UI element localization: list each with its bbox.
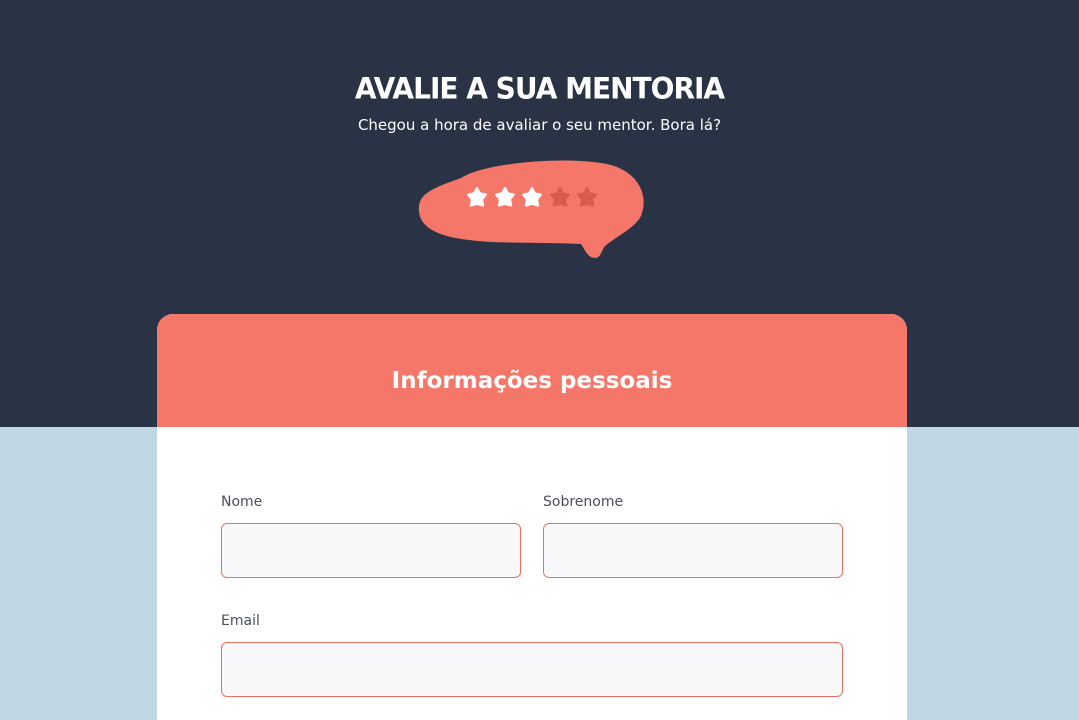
page-subtitle: Chegou a hora de avaliar o seu mentor. B…: [357, 116, 722, 134]
last-name-label: Sobrenome: [543, 494, 624, 510]
star-icon[interactable]: [547, 185, 573, 211]
section-title: Informações pessoais: [391, 367, 673, 394]
first-name-input[interactable]: [221, 523, 521, 578]
page-title: AVALIE A SUA MENTORIA: [354, 71, 725, 106]
star-rating[interactable]: [464, 185, 604, 211]
first-name-label: Nome: [221, 494, 263, 510]
last-name-input[interactable]: [543, 523, 843, 578]
card-header: Informações pessoais: [157, 314, 907, 427]
personal-info-card: Informações pessoais Nome Sobrenome Emai…: [157, 314, 907, 720]
email-label: Email: [221, 613, 260, 629]
star-icon[interactable]: [464, 185, 490, 211]
star-icon[interactable]: [492, 185, 518, 211]
email-input[interactable]: [221, 642, 843, 697]
star-icon[interactable]: [519, 185, 545, 211]
star-icon[interactable]: [574, 185, 600, 211]
